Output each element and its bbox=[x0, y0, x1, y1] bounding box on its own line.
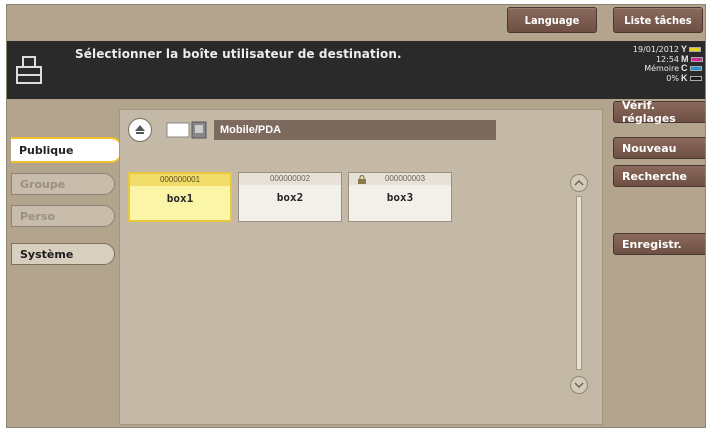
register-button[interactable]: Enregistr. bbox=[613, 233, 705, 255]
box-item[interactable]: 000000003 box3 bbox=[348, 172, 452, 222]
printer-panel: Language Liste tâches Sélectionner la bo… bbox=[6, 4, 706, 428]
instruction-text: Sélectionner la boîte utilisateur de des… bbox=[75, 47, 402, 61]
lock-icon bbox=[358, 175, 366, 184]
message-bar: Sélectionner la boîte utilisateur de des… bbox=[7, 41, 705, 99]
up-level-button[interactable] bbox=[128, 118, 152, 142]
box-number-text: 000000003 bbox=[384, 174, 426, 183]
toner-y-bar bbox=[689, 47, 702, 53]
verify-settings-button[interactable]: Vérif. réglages bbox=[613, 99, 705, 125]
scan-to-box-icon bbox=[16, 56, 42, 84]
new-button[interactable]: Nouveau bbox=[613, 137, 705, 159]
date: 19/01/2012 bbox=[632, 45, 679, 54]
box-name: box3 bbox=[386, 191, 414, 204]
scroll-up-button[interactable] bbox=[570, 174, 588, 192]
toner-k-bar bbox=[689, 75, 702, 81]
tab-groupe[interactable]: Groupe bbox=[11, 173, 115, 195]
memory-value: 0% bbox=[666, 73, 679, 83]
box-number: 000000002 bbox=[239, 173, 341, 185]
tab-perso[interactable]: Perso bbox=[11, 205, 115, 227]
language-button[interactable]: Language bbox=[507, 7, 597, 33]
current-path: Mobile/PDA bbox=[214, 120, 496, 140]
box-name: box2 bbox=[276, 191, 304, 204]
tab-systeme[interactable]: Système bbox=[11, 243, 115, 265]
mobile-pda-icon bbox=[166, 121, 207, 139]
job-list-button[interactable]: Liste tâches bbox=[613, 7, 703, 33]
box-name: box1 bbox=[166, 192, 194, 205]
toner-c-bar bbox=[689, 66, 702, 72]
tab-publique[interactable]: Publique bbox=[11, 137, 123, 163]
toner-m-bar bbox=[690, 56, 703, 62]
scroll-down-button[interactable] bbox=[570, 376, 588, 394]
status-readout: 19/01/2012 12:54 Mémoire 0% bbox=[633, 45, 679, 83]
search-button[interactable]: Recherche bbox=[613, 165, 705, 187]
box-item[interactable]: 000000002 box2 bbox=[238, 172, 342, 222]
box-number: 000000001 bbox=[130, 174, 230, 186]
box-list-panel: Mobile/PDA 000000001 box1 000000002 box2… bbox=[119, 109, 603, 425]
time: 12:54 bbox=[655, 54, 679, 64]
up-arrow-icon bbox=[135, 125, 145, 134]
chevron-up-icon bbox=[574, 179, 584, 186]
toner-k-label: K bbox=[681, 72, 688, 83]
scroll-track[interactable] bbox=[576, 196, 582, 370]
box-item[interactable]: 000000001 box1 bbox=[128, 172, 232, 222]
scrollbar[interactable] bbox=[568, 170, 592, 406]
chevron-down-icon bbox=[574, 382, 584, 389]
toner-levels: Y M C K bbox=[681, 44, 703, 83]
memory-label: Mémoire bbox=[644, 64, 679, 73]
box-number: 000000003 bbox=[349, 173, 451, 185]
